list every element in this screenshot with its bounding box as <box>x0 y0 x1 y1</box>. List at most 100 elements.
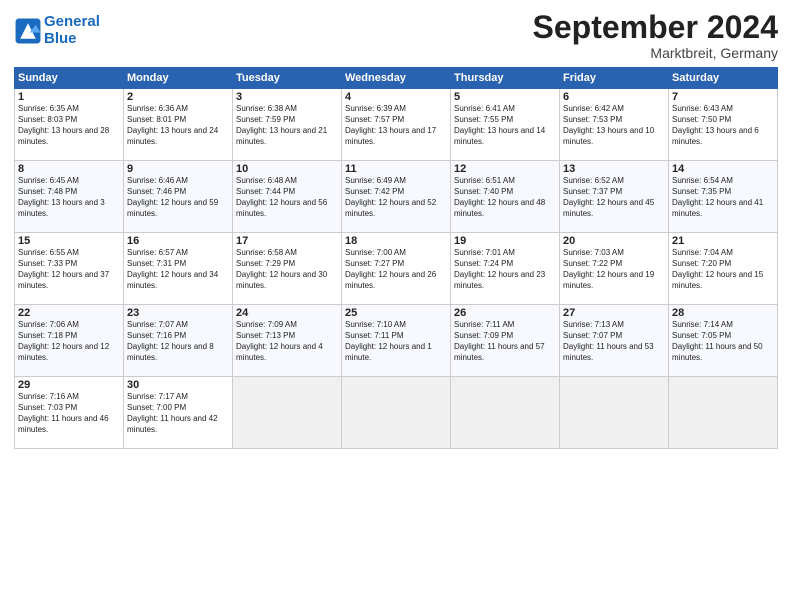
calendar-cell <box>342 377 451 449</box>
logo-icon <box>14 17 42 45</box>
calendar-table: SundayMondayTuesdayWednesdayThursdayFrid… <box>14 67 778 449</box>
calendar-cell: 5Sunrise: 6:41 AMSunset: 7:55 PMDaylight… <box>451 89 560 161</box>
day-info: Sunrise: 6:58 AMSunset: 7:29 PMDaylight:… <box>236 248 338 291</box>
day-number: 6 <box>563 91 665 103</box>
calendar-cell <box>669 377 778 449</box>
logo: General Blue <box>14 14 100 47</box>
calendar-cell: 17Sunrise: 6:58 AMSunset: 7:29 PMDayligh… <box>233 233 342 305</box>
calendar-cell: 14Sunrise: 6:54 AMSunset: 7:35 PMDayligh… <box>669 161 778 233</box>
day-number: 19 <box>454 235 556 247</box>
day-number: 18 <box>345 235 447 247</box>
calendar-cell: 13Sunrise: 6:52 AMSunset: 7:37 PMDayligh… <box>560 161 669 233</box>
day-info: Sunrise: 6:39 AMSunset: 7:57 PMDaylight:… <box>345 104 447 147</box>
calendar-cell: 20Sunrise: 7:03 AMSunset: 7:22 PMDayligh… <box>560 233 669 305</box>
day-number: 21 <box>672 235 774 247</box>
month-title: September 2024 <box>533 10 778 45</box>
day-number: 25 <box>345 307 447 319</box>
day-number: 2 <box>127 91 229 103</box>
calendar-cell: 11Sunrise: 6:49 AMSunset: 7:42 PMDayligh… <box>342 161 451 233</box>
calendar-cell: 25Sunrise: 7:10 AMSunset: 7:11 PMDayligh… <box>342 305 451 377</box>
day-number: 12 <box>454 163 556 175</box>
day-number: 5 <box>454 91 556 103</box>
calendar-cell: 3Sunrise: 6:38 AMSunset: 7:59 PMDaylight… <box>233 89 342 161</box>
calendar-cell: 10Sunrise: 6:48 AMSunset: 7:44 PMDayligh… <box>233 161 342 233</box>
weekday-header-monday: Monday <box>124 68 233 89</box>
weekday-header-tuesday: Tuesday <box>233 68 342 89</box>
calendar-cell: 4Sunrise: 6:39 AMSunset: 7:57 PMDaylight… <box>342 89 451 161</box>
day-number: 10 <box>236 163 338 175</box>
day-info: Sunrise: 6:48 AMSunset: 7:44 PMDaylight:… <box>236 176 338 219</box>
calendar-week-1: 1Sunrise: 6:35 AMSunset: 8:03 PMDaylight… <box>15 89 778 161</box>
calendar-week-4: 22Sunrise: 7:06 AMSunset: 7:18 PMDayligh… <box>15 305 778 377</box>
day-info: Sunrise: 6:54 AMSunset: 7:35 PMDaylight:… <box>672 176 774 219</box>
calendar-cell <box>451 377 560 449</box>
weekday-header-row: SundayMondayTuesdayWednesdayThursdayFrid… <box>15 68 778 89</box>
day-info: Sunrise: 6:35 AMSunset: 8:03 PMDaylight:… <box>18 104 120 147</box>
day-info: Sunrise: 6:45 AMSunset: 7:48 PMDaylight:… <box>18 176 120 219</box>
weekday-header-thursday: Thursday <box>451 68 560 89</box>
calendar-cell: 23Sunrise: 7:07 AMSunset: 7:16 PMDayligh… <box>124 305 233 377</box>
calendar-cell: 16Sunrise: 6:57 AMSunset: 7:31 PMDayligh… <box>124 233 233 305</box>
calendar-cell: 27Sunrise: 7:13 AMSunset: 7:07 PMDayligh… <box>560 305 669 377</box>
logo-text: General Blue <box>44 14 100 47</box>
day-number: 7 <box>672 91 774 103</box>
day-info: Sunrise: 6:52 AMSunset: 7:37 PMDaylight:… <box>563 176 665 219</box>
calendar-cell: 19Sunrise: 7:01 AMSunset: 7:24 PMDayligh… <box>451 233 560 305</box>
day-number: 9 <box>127 163 229 175</box>
day-info: Sunrise: 7:10 AMSunset: 7:11 PMDaylight:… <box>345 320 447 363</box>
calendar-cell: 12Sunrise: 6:51 AMSunset: 7:40 PMDayligh… <box>451 161 560 233</box>
day-info: Sunrise: 7:00 AMSunset: 7:27 PMDaylight:… <box>345 248 447 291</box>
day-info: Sunrise: 6:41 AMSunset: 7:55 PMDaylight:… <box>454 104 556 147</box>
day-number: 8 <box>18 163 120 175</box>
location: Marktbreit, Germany <box>533 45 778 61</box>
day-info: Sunrise: 7:11 AMSunset: 7:09 PMDaylight:… <box>454 320 556 363</box>
day-info: Sunrise: 6:36 AMSunset: 8:01 PMDaylight:… <box>127 104 229 147</box>
day-info: Sunrise: 6:42 AMSunset: 7:53 PMDaylight:… <box>563 104 665 147</box>
calendar-cell: 1Sunrise: 6:35 AMSunset: 8:03 PMDaylight… <box>15 89 124 161</box>
day-info: Sunrise: 6:46 AMSunset: 7:46 PMDaylight:… <box>127 176 229 219</box>
day-number: 29 <box>18 379 120 391</box>
day-number: 27 <box>563 307 665 319</box>
calendar-cell: 26Sunrise: 7:11 AMSunset: 7:09 PMDayligh… <box>451 305 560 377</box>
day-info: Sunrise: 6:49 AMSunset: 7:42 PMDaylight:… <box>345 176 447 219</box>
day-number: 17 <box>236 235 338 247</box>
title-block: September 2024 Marktbreit, Germany <box>533 10 778 61</box>
calendar-cell: 6Sunrise: 6:42 AMSunset: 7:53 PMDaylight… <box>560 89 669 161</box>
calendar-cell: 2Sunrise: 6:36 AMSunset: 8:01 PMDaylight… <box>124 89 233 161</box>
calendar-week-3: 15Sunrise: 6:55 AMSunset: 7:33 PMDayligh… <box>15 233 778 305</box>
day-info: Sunrise: 7:09 AMSunset: 7:13 PMDaylight:… <box>236 320 338 363</box>
calendar-cell: 29Sunrise: 7:16 AMSunset: 7:03 PMDayligh… <box>15 377 124 449</box>
calendar-cell: 15Sunrise: 6:55 AMSunset: 7:33 PMDayligh… <box>15 233 124 305</box>
day-info: Sunrise: 7:07 AMSunset: 7:16 PMDaylight:… <box>127 320 229 363</box>
day-info: Sunrise: 7:16 AMSunset: 7:03 PMDaylight:… <box>18 392 120 435</box>
calendar-week-5: 29Sunrise: 7:16 AMSunset: 7:03 PMDayligh… <box>15 377 778 449</box>
page-container: General Blue September 2024 Marktbreit, … <box>0 0 792 459</box>
day-number: 3 <box>236 91 338 103</box>
day-number: 24 <box>236 307 338 319</box>
calendar-cell: 8Sunrise: 6:45 AMSunset: 7:48 PMDaylight… <box>15 161 124 233</box>
calendar-cell: 7Sunrise: 6:43 AMSunset: 7:50 PMDaylight… <box>669 89 778 161</box>
day-number: 13 <box>563 163 665 175</box>
calendar-cell: 9Sunrise: 6:46 AMSunset: 7:46 PMDaylight… <box>124 161 233 233</box>
day-info: Sunrise: 7:17 AMSunset: 7:00 PMDaylight:… <box>127 392 229 435</box>
day-info: Sunrise: 6:57 AMSunset: 7:31 PMDaylight:… <box>127 248 229 291</box>
calendar-week-2: 8Sunrise: 6:45 AMSunset: 7:48 PMDaylight… <box>15 161 778 233</box>
day-number: 30 <box>127 379 229 391</box>
day-number: 22 <box>18 307 120 319</box>
day-info: Sunrise: 7:13 AMSunset: 7:07 PMDaylight:… <box>563 320 665 363</box>
weekday-header-friday: Friday <box>560 68 669 89</box>
day-info: Sunrise: 7:14 AMSunset: 7:05 PMDaylight:… <box>672 320 774 363</box>
day-number: 28 <box>672 307 774 319</box>
day-number: 20 <box>563 235 665 247</box>
day-number: 1 <box>18 91 120 103</box>
day-info: Sunrise: 7:03 AMSunset: 7:22 PMDaylight:… <box>563 248 665 291</box>
day-number: 14 <box>672 163 774 175</box>
day-number: 11 <box>345 163 447 175</box>
day-info: Sunrise: 6:55 AMSunset: 7:33 PMDaylight:… <box>18 248 120 291</box>
day-info: Sunrise: 6:43 AMSunset: 7:50 PMDaylight:… <box>672 104 774 147</box>
calendar-cell: 21Sunrise: 7:04 AMSunset: 7:20 PMDayligh… <box>669 233 778 305</box>
day-number: 15 <box>18 235 120 247</box>
weekday-header-wednesday: Wednesday <box>342 68 451 89</box>
day-info: Sunrise: 6:51 AMSunset: 7:40 PMDaylight:… <box>454 176 556 219</box>
calendar-cell: 18Sunrise: 7:00 AMSunset: 7:27 PMDayligh… <box>342 233 451 305</box>
